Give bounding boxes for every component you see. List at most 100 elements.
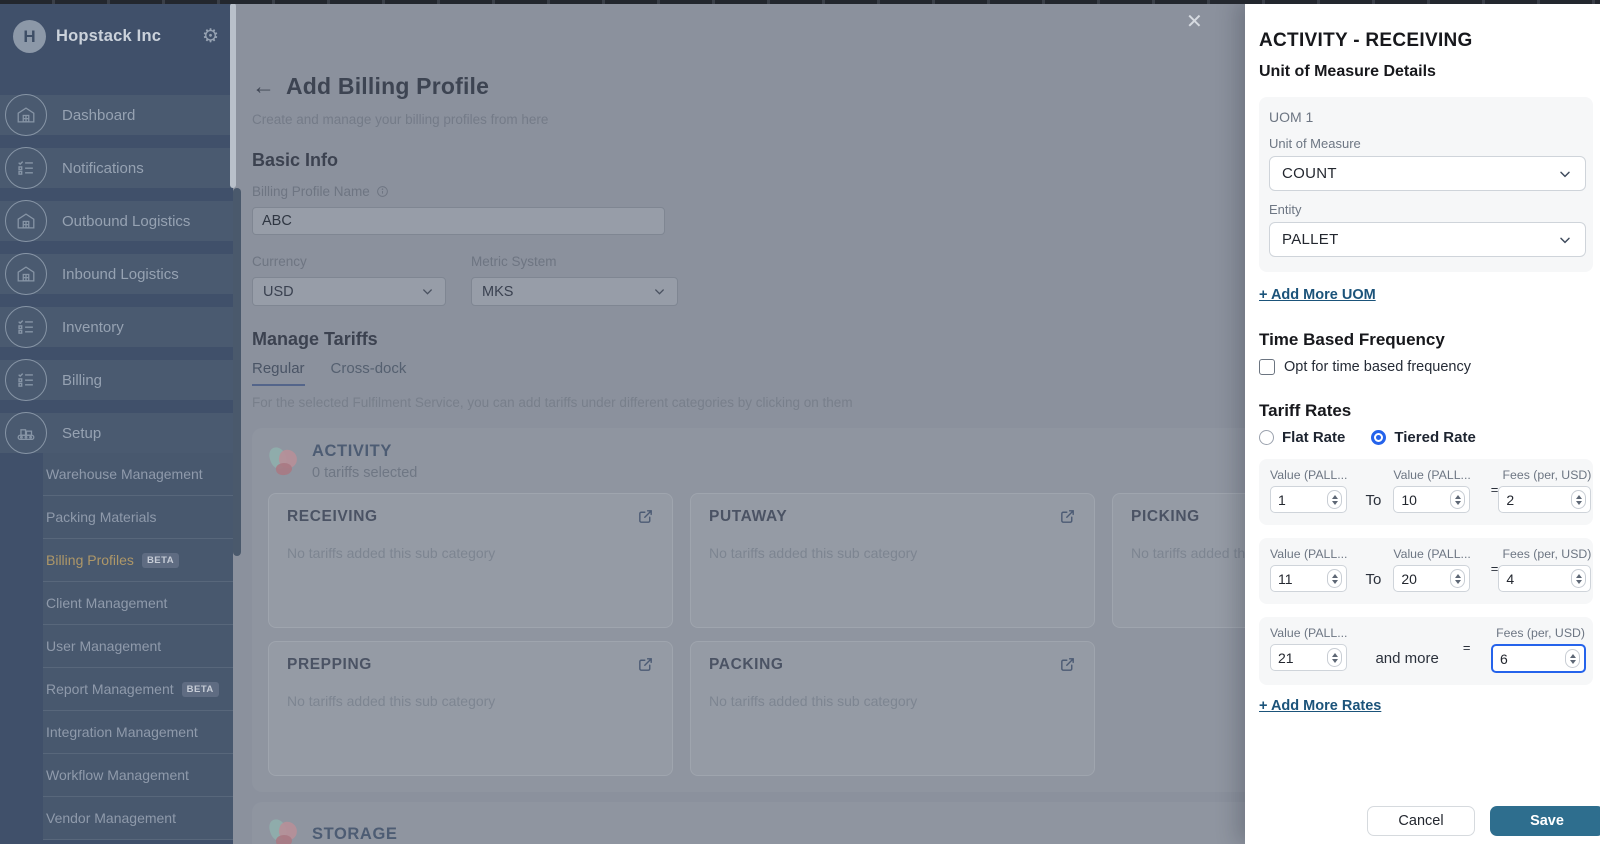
currency-label: Currency <box>252 254 446 269</box>
time-based-frequency-heading: Time Based Frequency <box>1259 330 1593 350</box>
tab-regular[interactable]: Regular <box>252 360 305 386</box>
storage-category-icon <box>268 816 304 844</box>
sidebar-nav: Dashboard Notifications Outbound Logisti… <box>0 95 233 840</box>
tier3-from-input[interactable]: 21 <box>1270 644 1347 671</box>
uom-card: UOM 1 Unit of Measure COUNT Entity PALLE… <box>1259 97 1593 272</box>
tier2-fees-input[interactable]: 4 <box>1498 565 1591 592</box>
brand-name: Hopstack Inc <box>56 27 202 46</box>
sidebar-item-label: Inbound Logistics <box>62 266 179 283</box>
sidebar-item-vendor-management[interactable]: Vendor Management <box>43 797 233 840</box>
tier1-to-input[interactable]: 10 <box>1393 486 1470 513</box>
radio-checked-icon[interactable] <box>1371 430 1386 445</box>
stepper-icon[interactable] <box>1450 490 1465 509</box>
activity-receiving-drawer: ACTIVITY - RECEIVING Unit of Measure Det… <box>1245 0 1600 844</box>
to-connector: To <box>1365 571 1381 588</box>
tier2-from-input[interactable]: 11 <box>1270 565 1347 592</box>
warehouse-icon <box>5 200 47 242</box>
stepper-icon[interactable] <box>1327 648 1342 667</box>
conveyor-icon <box>5 412 47 454</box>
time-based-frequency-checkbox[interactable] <box>1259 359 1275 375</box>
billing-profile-name-input[interactable]: ABC <box>252 207 665 235</box>
entity-select[interactable]: PALLET <box>1269 222 1586 257</box>
subcategory-card-packing[interactable]: PACKING No tariffs added this sub catego… <box>690 641 1095 776</box>
subcategory-card-putaway[interactable]: PUTAWAY No tariffs added this sub catego… <box>690 493 1095 628</box>
sidebar-item-packing-materials[interactable]: Packing Materials <box>43 496 233 539</box>
equals-sign: = <box>1491 482 1499 497</box>
sidebar: H Hopstack Inc ⚙ Dashboard Notifications <box>0 0 233 844</box>
brand-logo: H <box>13 20 46 53</box>
background-table-edge <box>0 0 1600 4</box>
beta-badge: BETA <box>182 682 219 697</box>
sidebar-item-label: Dashboard <box>62 107 135 124</box>
gear-icon[interactable]: ⚙ <box>202 27 219 46</box>
external-link-icon[interactable] <box>637 508 654 525</box>
sidebar-item-billing[interactable]: Billing <box>0 360 233 400</box>
sidebar-item-inbound-logistics[interactable]: Inbound Logistics <box>0 254 233 294</box>
activity-category-icon <box>268 444 304 480</box>
sidebar-item-notifications[interactable]: Notifications <box>0 148 233 188</box>
sidebar-item-billing-profiles[interactable]: Billing Profiles BETA <box>43 539 233 582</box>
checklist-icon <box>5 359 47 401</box>
sidebar-item-workflow-management[interactable]: Workflow Management <box>43 754 233 797</box>
close-icon[interactable]: ✕ <box>1186 12 1203 32</box>
stepper-icon[interactable] <box>1565 649 1580 668</box>
sidebar-item-label: Inventory <box>62 319 124 336</box>
sidebar-scrollbar[interactable] <box>230 3 236 188</box>
sidebar-item-inventory[interactable]: Inventory <box>0 307 233 347</box>
tiered-rate-option[interactable]: Tiered Rate <box>1371 429 1475 446</box>
uom-group-label: UOM 1 <box>1269 109 1586 125</box>
add-more-uom-link[interactable]: + Add More UOM <box>1259 287 1376 303</box>
cancel-button[interactable]: Cancel <box>1367 806 1475 836</box>
stepper-icon[interactable] <box>1571 490 1586 509</box>
activity-category-title: ACTIVITY <box>312 442 417 461</box>
app-root: H Hopstack Inc ⚙ Dashboard Notifications <box>0 0 1600 844</box>
sidebar-item-label: Setup <box>62 425 101 442</box>
subcategory-card-prepping[interactable]: PREPPING No tariffs added this sub categ… <box>268 641 673 776</box>
tier1-from-input[interactable]: 1 <box>1270 486 1347 513</box>
sidebar-item-dashboard[interactable]: Dashboard <box>0 95 233 135</box>
page-title: Add Billing Profile <box>286 73 489 100</box>
chevron-down-icon <box>420 284 435 299</box>
empty-tariffs-text: No tariffs added this sub category <box>287 545 654 561</box>
unit-of-measure-label: Unit of Measure <box>1269 136 1586 151</box>
sidebar-item-label: Outbound Logistics <box>62 213 190 230</box>
stepper-icon[interactable] <box>1327 569 1342 588</box>
add-more-rates-link[interactable]: + Add More Rates <box>1259 698 1381 714</box>
tier3-fees-input[interactable]: 6 <box>1491 644 1586 673</box>
sidebar-item-report-management[interactable]: Report Management BETA <box>43 668 233 711</box>
external-link-icon[interactable] <box>1059 656 1076 673</box>
sidebar-item-outbound-logistics[interactable]: Outbound Logistics <box>0 201 233 241</box>
sidebar-item-integration-management[interactable]: Integration Management <box>43 711 233 754</box>
sidebar-item-user-management[interactable]: User Management <box>43 625 233 668</box>
to-connector: To <box>1365 492 1381 509</box>
back-arrow-icon[interactable]: ← <box>252 75 275 98</box>
tariff-rates-heading: Tariff Rates <box>1259 401 1593 421</box>
tier1-fees-input[interactable]: 2 <box>1498 486 1591 513</box>
tab-cross-dock[interactable]: Cross-dock <box>331 360 407 386</box>
subcategory-card-receiving[interactable]: RECEIVING No tariffs added this sub cate… <box>268 493 673 628</box>
stepper-icon[interactable] <box>1450 569 1465 588</box>
and-more-connector: and more <box>1375 650 1438 667</box>
save-button[interactable]: Save <box>1490 806 1600 836</box>
tier2-to-input[interactable]: 20 <box>1393 565 1470 592</box>
sidebar-item-client-management[interactable]: Client Management <box>43 582 233 625</box>
stepper-icon[interactable] <box>1327 490 1342 509</box>
checklist-icon <box>5 306 47 348</box>
setup-subnav: Warehouse Management Packing Materials B… <box>43 453 233 840</box>
sidebar-item-warehouse-management[interactable]: Warehouse Management <box>43 453 233 496</box>
external-link-icon[interactable] <box>1059 508 1076 525</box>
radio-icon[interactable] <box>1259 430 1274 445</box>
chevron-down-icon <box>1557 232 1573 248</box>
chevron-down-icon <box>652 284 667 299</box>
external-link-icon[interactable] <box>637 656 654 673</box>
currency-select[interactable]: USD <box>252 277 446 306</box>
unit-of-measure-select[interactable]: COUNT <box>1269 156 1586 191</box>
modal-scrollbar[interactable] <box>233 188 241 556</box>
flat-rate-option[interactable]: Flat Rate <box>1259 429 1345 446</box>
sidebar-item-setup[interactable]: Setup <box>0 413 233 453</box>
storage-category-title: STORAGE <box>312 825 398 844</box>
entity-label: Entity <box>1269 202 1586 217</box>
metric-system-select[interactable]: MKS <box>471 277 678 306</box>
chevron-down-icon <box>1557 166 1573 182</box>
stepper-icon[interactable] <box>1571 569 1586 588</box>
